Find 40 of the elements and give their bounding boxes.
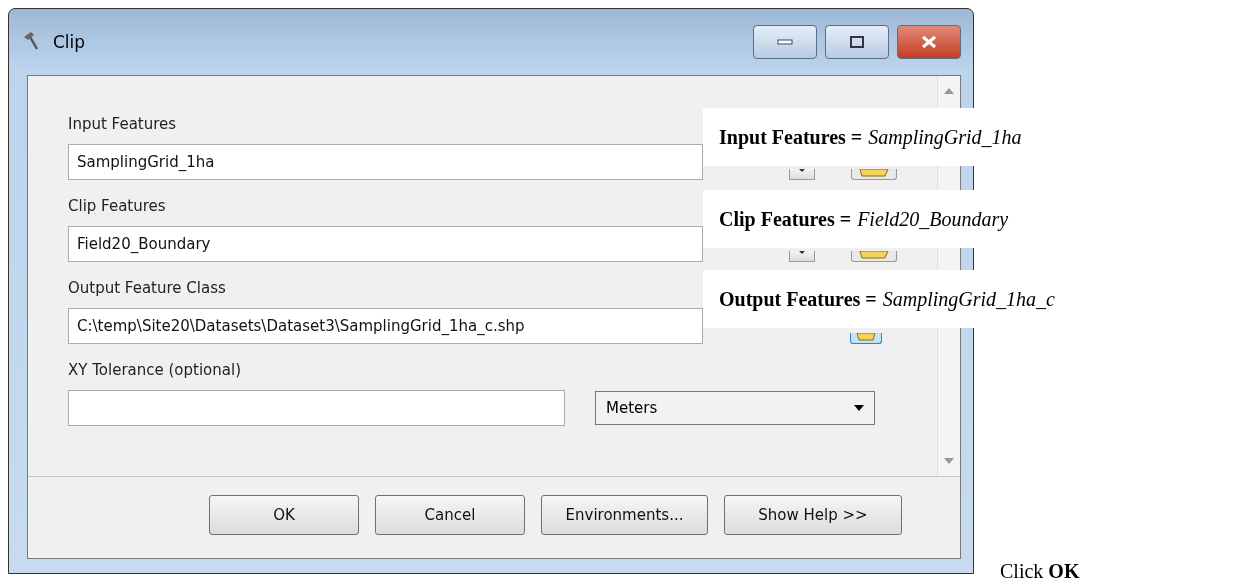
input-field[interactable]: C:\temp\Site20\Datasets\Dataset3\SamplingGrid_1ha_c.shp [68,308,703,344]
folder-icon [859,251,889,259]
input-field[interactable]: Field20_Boundary [68,226,703,262]
minimize-button[interactable] [753,25,817,59]
unit-dropdown[interactable]: Meters [595,391,875,425]
callout-label: Clip Features = [719,207,852,231]
scroll-down-icon [944,458,954,464]
callout-value: SamplingGrid_1ha [868,125,1022,149]
dialog-button[interactable]: Show Help >> [724,494,902,535]
caret-icon [799,251,805,254]
dialog-button[interactable]: Cancel [375,494,525,535]
maximize-icon [850,36,864,48]
caret-icon [799,169,805,172]
field-label: XY Tolerance (optional) [68,360,241,380]
callout-value: Field20_Boundary [857,207,1009,231]
folder-button[interactable] [851,169,897,180]
dropdown-button[interactable] [789,251,815,262]
window-title: Clip [53,32,87,52]
instruction-text: Click OK [1000,560,1080,583]
caret-icon [854,405,864,411]
callout-label: Output Features = [719,287,877,311]
minimize-icon [777,39,793,45]
scroll-up-icon [944,88,954,94]
folder-icon [859,169,889,177]
close-button[interactable] [897,25,961,59]
field-label: Clip Features [68,196,166,216]
close-icon [921,35,937,49]
maximize-button[interactable] [825,25,889,59]
input-field[interactable]: SamplingGrid_1ha [68,144,703,180]
field-label: Input Features [68,114,177,134]
dropdown-button[interactable] [789,169,815,180]
dialog-button[interactable]: Environments... [541,494,708,535]
folder-icon [856,333,876,341]
callout-value: SamplingGrid_1ha_c [882,287,1055,311]
input-field[interactable] [68,390,565,426]
field-label: Output Feature Class [68,278,226,298]
folder-button[interactable] [851,251,897,262]
folder-button[interactable] [850,333,882,344]
callout-label: Input Features = [719,125,863,149]
dialog-button[interactable]: OK [209,494,359,535]
